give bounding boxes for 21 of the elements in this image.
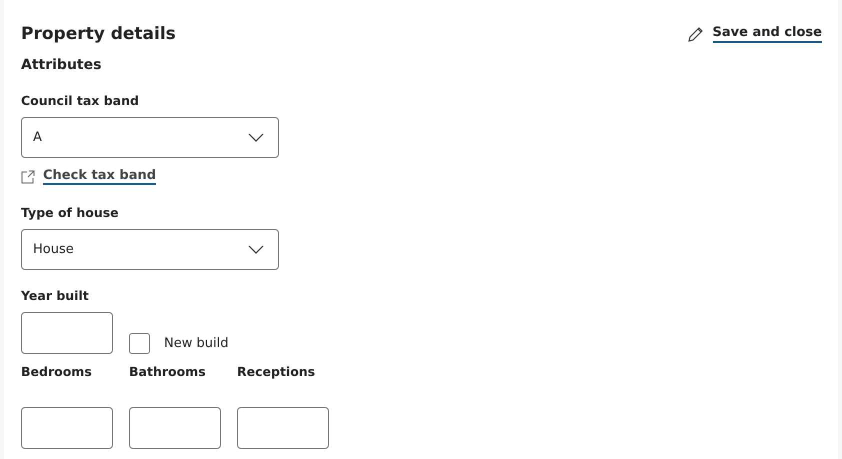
page-title: Property details: [21, 24, 176, 44]
council-tax-select[interactable]: A: [21, 117, 279, 158]
room-count-input[interactable]: [21, 407, 113, 449]
section-heading: Attributes: [21, 57, 102, 73]
chevron-down-icon: [248, 133, 264, 142]
check-tax-band-link[interactable]: Check tax band: [21, 168, 822, 185]
year-built-input[interactable]: [21, 312, 113, 354]
external-link-icon: [21, 170, 35, 184]
new-build-checkbox[interactable]: New build: [129, 333, 228, 354]
save-and-close-link[interactable]: Save and close: [686, 25, 822, 43]
field-label: Council tax band: [21, 93, 140, 109]
chevron-down-icon: [248, 245, 264, 254]
room-count-input[interactable]: [237, 407, 329, 449]
field-label: Bathrooms: [129, 364, 207, 380]
house-type-select[interactable]: House: [21, 229, 279, 270]
field-label: Receptions: [237, 364, 316, 380]
room-count-input[interactable]: [129, 407, 221, 449]
field-label: Year built: [21, 288, 90, 304]
field-label: Type of house: [21, 205, 120, 221]
field-label: Bedrooms: [21, 364, 93, 380]
pencil-icon: [686, 26, 704, 42]
